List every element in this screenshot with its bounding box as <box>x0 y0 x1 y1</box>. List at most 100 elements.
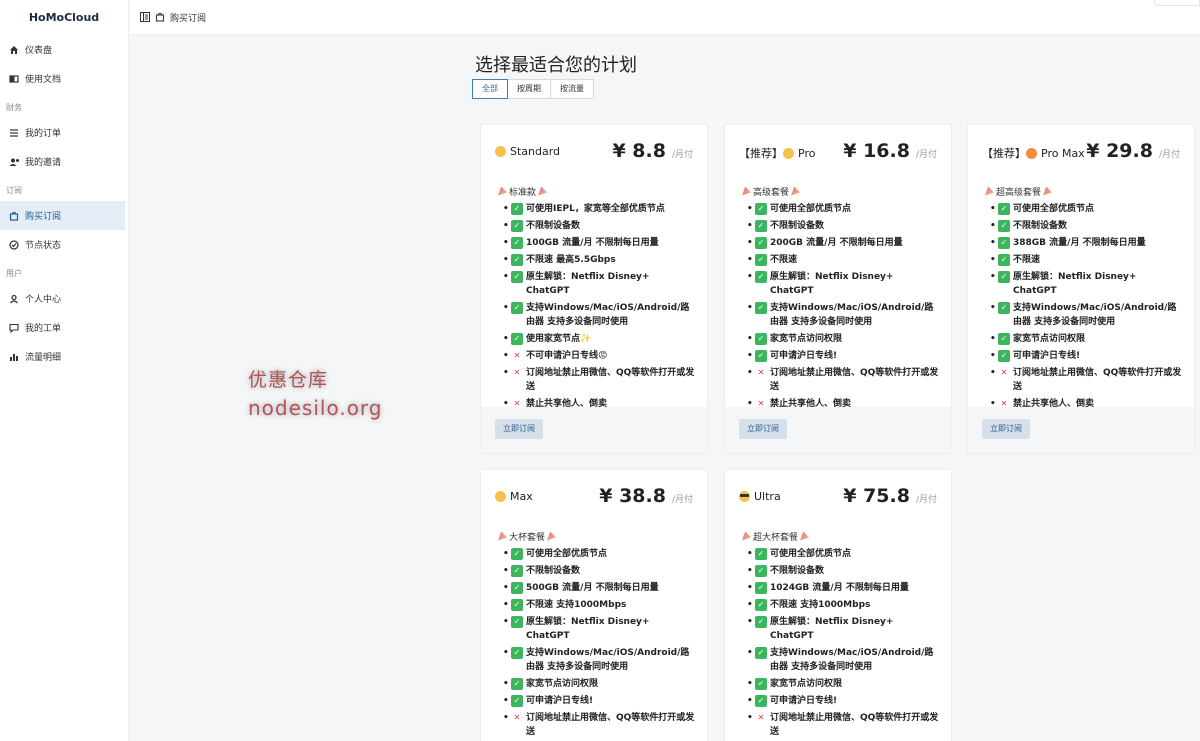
sidebar-item-docs[interactable]: 使用文档 <box>0 64 125 93</box>
sidebar-item-node-status[interactable]: 节点状态 <box>0 230 125 259</box>
feature-item: • ✓ 支持Windows/Mac/iOS/Android/路由器 支持多设备同时使… <box>503 301 695 329</box>
feature-text: 原生解锁：Netflix Disney+ ChatGPT <box>770 617 894 641</box>
bullet: • <box>503 549 509 559</box>
check-icon: ✓ <box>755 548 767 560</box>
feature-item: • ✓ 不限制设备数 <box>747 219 939 233</box>
bag-icon <box>8 210 20 222</box>
party-popper-icon <box>498 531 507 541</box>
party-popper-icon <box>800 531 810 541</box>
check-icon: ✓ <box>755 582 767 594</box>
sidebar-item-invite[interactable]: 我的邀请 <box>0 147 125 176</box>
list-icon <box>8 127 20 139</box>
bullet: • <box>503 566 509 576</box>
tab-all[interactable]: 全部 <box>472 79 508 99</box>
cross-icon: ✕ <box>1000 368 1008 377</box>
sidebar-item-profile[interactable]: 个人中心 <box>0 284 125 313</box>
feature-text: 200GB 流量/月 不限制每日用量 <box>770 238 903 248</box>
sidebar-section-subscription: 订阅 <box>6 186 22 195</box>
bullet: • <box>503 617 509 627</box>
subscribe-button[interactable]: 立即订阅 <box>739 419 787 439</box>
check-icon: ✓ <box>511 565 523 577</box>
check-icon: ✓ <box>511 548 523 560</box>
bullet: • <box>747 696 753 706</box>
feature-item: • ✓ 支持Windows/Mac/iOS/Android/路由器 支持多设备同时使… <box>747 646 939 674</box>
feature-text: 不限速 <box>1013 255 1041 265</box>
user-icon <box>8 293 20 305</box>
bullet: • <box>990 351 996 361</box>
sidebar-item-dashboard[interactable]: 仪表盘 <box>0 35 125 64</box>
feature-item: • ✓ 不限制设备数 <box>503 219 695 233</box>
check-icon: ✓ <box>755 220 767 232</box>
astonished-face-icon <box>495 146 506 157</box>
watermark-line1: 优惠仓库 <box>248 369 329 391</box>
feature-item: • ✓ 可申请沪日专线! <box>503 694 695 708</box>
feature-text: 不限速 支持1000Mbps <box>770 600 871 610</box>
feature-text: 支持Windows/Mac/iOS/Android/路由器 支持多设备同时使用 <box>770 303 934 327</box>
feature-item: • ✓ 原生解锁：Netflix Disney+ ChatGPT <box>503 615 695 643</box>
bullet: • <box>503 583 509 593</box>
check-circle-icon <box>8 239 20 251</box>
sidebar-item-buy-subscription[interactable]: 购买订阅 <box>0 201 125 230</box>
feature-text: 可申请沪日专线! <box>770 696 838 706</box>
feature-item: • ✕ 订阅地址禁止用微信、QQ等软件打开或发送 <box>747 711 939 739</box>
feature-text: 不限速 最高5.5Gbps <box>526 255 616 265</box>
feature-text: 使用家宽节点✨ <box>526 334 592 344</box>
chat-icon <box>8 322 20 334</box>
users-icon <box>8 156 20 168</box>
feature-item: • ✓ 可申请沪日专线! <box>747 349 939 363</box>
feature-text: 原生解锁：Netflix Disney+ ChatGPT <box>526 617 650 641</box>
sidebar-item-orders[interactable]: 我的订单 <box>0 118 125 147</box>
feature-text: 支持Windows/Mac/iOS/Android/路由器 支持多设备同时使用 <box>770 648 934 672</box>
feature-item: • ✓ 不限速 最高5.5Gbps <box>503 253 695 267</box>
check-icon: ✓ <box>998 350 1010 362</box>
bullet: • <box>747 600 753 610</box>
bullet: • <box>747 238 753 248</box>
bullet: • <box>747 368 753 378</box>
bullet: • <box>747 679 753 689</box>
bullet: • <box>747 713 753 723</box>
check-icon: ✓ <box>511 254 523 266</box>
bullet: • <box>503 713 509 723</box>
check-icon: ✓ <box>755 599 767 611</box>
feature-item: • ✕ 订阅地址禁止用微信、QQ等软件打开或发送 <box>990 366 1182 394</box>
feature-item: • ✕ 不可申请沪日专线😡 <box>503 349 695 363</box>
party-popper-icon <box>498 186 507 196</box>
bullet: • <box>503 368 509 378</box>
check-icon: ✓ <box>755 695 767 707</box>
sidebar-toggle-icon[interactable] <box>140 12 150 22</box>
bullet: • <box>503 648 509 658</box>
feature-item: • ✓ 支持Windows/Mac/iOS/Android/路由器 支持多设备同时使… <box>747 301 939 329</box>
plan-card-pro-max: 【推荐】 Pro Max ¥ 29.8/月付 超高级套餐 • ✓ 可使用全部优质节点 •… <box>967 124 1195 454</box>
feature-text: 原生解锁：Netflix Disney+ ChatGPT <box>770 272 894 296</box>
bullet: • <box>747 566 753 576</box>
brand-logo: HoMoCloud <box>28 11 100 24</box>
subscribe-button[interactable]: 立即订阅 <box>982 419 1030 439</box>
feature-text: 订阅地址禁止用微信、QQ等软件打开或发送 <box>526 368 695 392</box>
check-icon: ✓ <box>755 350 767 362</box>
feature-item: • ✓ 可申请沪日专线! <box>990 349 1182 363</box>
tab-by-period[interactable]: 按周期 <box>507 79 551 99</box>
feature-list: • ✓ 可使用全部优质节点 • ✓ 不限制设备数 • ✓ 200GB 流量/月 不限制每日用量 •… <box>725 202 951 411</box>
feature-item: • ✓ 使用家宽节点✨ <box>503 332 695 346</box>
tab-by-traffic[interactable]: 按流量 <box>550 79 594 99</box>
feature-item: • ✓ 可使用全部优质节点 <box>747 547 939 561</box>
bullet: • <box>747 204 753 214</box>
check-icon: ✓ <box>998 203 1010 215</box>
check-icon: ✓ <box>511 237 523 249</box>
feature-item: • ✓ 不限制设备数 <box>990 219 1182 233</box>
sidebar-item-traffic[interactable]: 流量明细 <box>0 342 125 371</box>
sidebar-item-label: 我的订单 <box>25 129 62 139</box>
feature-item: • ✓ 可使用全部优质节点 <box>990 202 1182 216</box>
check-icon: ✓ <box>998 237 1010 249</box>
bullet: • <box>747 303 753 313</box>
plan-price: ¥ 75.8/月付 <box>843 485 937 507</box>
bullet: • <box>747 617 753 627</box>
top-right-dropdown[interactable] <box>1154 0 1200 6</box>
bullet: • <box>503 221 509 231</box>
feature-item: • ✕ 订阅地址禁止用微信、QQ等软件打开或发送 <box>747 366 939 394</box>
breadcrumb: 购买订阅 <box>170 13 207 24</box>
sidebar-item-tickets[interactable]: 我的工单 <box>0 313 125 342</box>
subscribe-button[interactable]: 立即订阅 <box>495 419 543 439</box>
check-icon: ✓ <box>511 616 523 628</box>
feature-text: 家宽节点访问权限 <box>526 679 599 689</box>
